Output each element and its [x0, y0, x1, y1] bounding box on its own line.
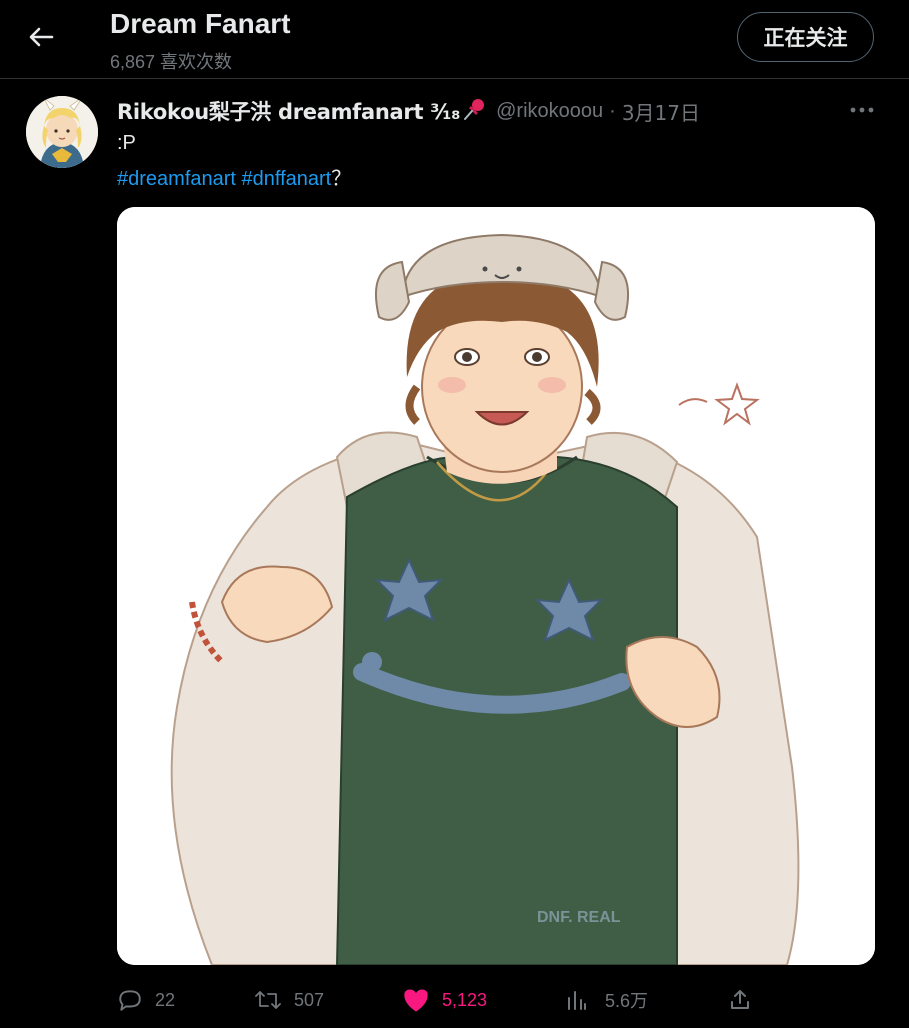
header-bar: Dream Fanart 6,867 喜欢次数 正在关注	[0, 0, 909, 78]
author-handle[interactable]: @rikokooou	[496, 100, 603, 123]
reply-icon	[119, 990, 141, 1011]
following-button[interactable]: 正在关注	[737, 12, 874, 62]
share-icon	[731, 990, 749, 1009]
tweet-text: :P	[117, 132, 136, 154]
hashtag-link[interactable]: #dnffanart	[242, 168, 332, 190]
like-button[interactable]: 5,123	[402, 982, 487, 1018]
media-watermark: DNF. REAL	[537, 909, 621, 926]
likes-count-subtitle: 6,867 喜欢次数	[110, 52, 233, 72]
back-button[interactable]	[22, 22, 60, 52]
tweet-media-image[interactable]: DNF. REAL	[117, 207, 875, 965]
retweet-icon	[255, 991, 281, 1009]
hashtag-link[interactable]: #dreamfanart	[117, 168, 236, 190]
tweet-action-bar: 22 507 5,123 5.6万	[117, 982, 875, 1018]
share-button[interactable]	[728, 982, 752, 1018]
like-count: 5,123	[442, 989, 488, 1010]
arrow-left-icon	[29, 27, 54, 47]
author-name[interactable]: Rikokou梨子洪 dreamfanart ³⁄₁₈	[117, 96, 460, 126]
retweet-button[interactable]: 507	[254, 982, 324, 1018]
author-avatar[interactable]	[26, 96, 98, 168]
retweet-count: 507	[294, 989, 325, 1010]
heart-filled-icon	[404, 989, 428, 1012]
separator-dot: ·	[609, 99, 616, 122]
more-options-button[interactable]	[846, 96, 878, 124]
more-horizontal-icon	[850, 107, 874, 113]
header-divider	[0, 78, 909, 79]
views-count: 5.6万	[605, 991, 649, 1011]
page-title: Dream Fanart	[110, 8, 291, 39]
bar-chart-icon	[568, 991, 586, 1010]
tweet-date[interactable]: 3月17日	[622, 97, 700, 126]
pushpin-icon	[462, 96, 488, 127]
reply-button[interactable]: 22	[117, 982, 175, 1018]
reply-count: 22	[155, 989, 176, 1010]
tweet-author-line: Rikokou梨子洪 dreamfanart ³⁄₁₈ @rikokooou ·…	[117, 96, 700, 126]
views-button[interactable]: 5.6万	[565, 982, 648, 1018]
tweet-hashtags: #dreamfanart #dnffanart？	[117, 162, 351, 191]
hashtag-suffix: ？	[331, 166, 352, 190]
